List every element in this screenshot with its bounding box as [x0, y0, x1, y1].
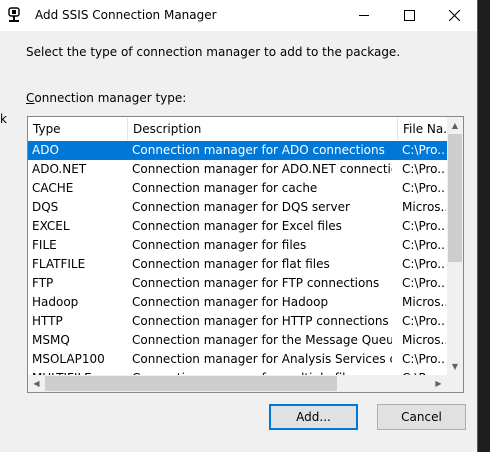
list-item-file-name: C:\Pro...	[402, 352, 446, 366]
close-button[interactable]	[432, 0, 477, 31]
scroll-left-arrow-icon[interactable]: ◀	[28, 375, 45, 392]
column-header-description[interactable]: Description	[128, 117, 397, 141]
list-item-description: Connection manager for Hadoop	[132, 295, 329, 309]
list-item-description: Connection manager for flat files	[132, 257, 330, 271]
list-item-file-name: Micros...	[402, 200, 446, 214]
list-item-type: CACHE	[32, 181, 74, 195]
horizontal-scroll-thumb[interactable]	[45, 376, 337, 391]
minimize-icon	[359, 15, 369, 16]
list-item-file-name: C:\Pro...	[402, 238, 446, 252]
connection-manager-list[interactable]: Type Description File Na... ADO Connectio…	[27, 116, 464, 393]
list-item-file-name: C:\Pro...	[402, 314, 446, 328]
maximize-button[interactable]	[387, 0, 432, 31]
list-item-type: MSMQ	[32, 333, 70, 347]
scrollbar-corner	[447, 375, 463, 392]
list-item[interactable]: EXCEL Connection manager for Excel files C…	[28, 217, 447, 236]
scroll-up-arrow-icon[interactable]: ▲	[447, 117, 463, 134]
window-title: Add SSIS Connection Manager	[35, 8, 217, 22]
title-bar[interactable]: Add SSIS Connection Manager	[0, 0, 477, 31]
background-text-fragment: k	[0, 112, 7, 126]
cancel-button[interactable]: Cancel	[377, 404, 466, 430]
list-item-description: Connection manager for the Message Queue…	[132, 333, 392, 347]
list-item-file-name: Micros...	[402, 295, 446, 309]
list-item-file-name: Micros...	[402, 333, 446, 347]
close-icon	[449, 10, 460, 21]
connection-type-label: Connection manager type:	[26, 91, 186, 105]
list-item[interactable]: FLATFILE Connection manager for flat file…	[28, 255, 447, 274]
list-item-type: EXCEL	[32, 219, 70, 233]
list-item[interactable]: DQS Connection manager for DQS server Micr…	[28, 198, 447, 217]
list-item-type: FILE	[32, 238, 57, 252]
list-item-type: Hadoop	[32, 295, 79, 309]
list-item-type: MSOLAP100	[32, 352, 105, 366]
list-item[interactable]: MSMQ Connection manager for the Message Q…	[28, 331, 447, 350]
list-item-file-name: C:\Pro...	[402, 162, 446, 176]
list-item-type: DQS	[32, 200, 59, 214]
list-item[interactable]: HTTP Connection manager for HTTP connecti…	[28, 312, 447, 331]
list-item-type: FTP	[32, 276, 54, 290]
list-item-file-name: C:\Pro...	[402, 257, 446, 271]
list-item-type: HTTP	[32, 314, 63, 328]
ssis-app-icon	[6, 7, 22, 24]
maximize-icon	[404, 10, 415, 21]
minimize-button[interactable]	[342, 0, 387, 31]
list-item-description: Connection manager for FTP connections	[132, 276, 380, 290]
vertical-scroll-thumb[interactable]	[448, 134, 462, 262]
list-item-type: ADO.NET	[32, 162, 87, 176]
list-rows: ADO Connection manager for ADO connection…	[28, 141, 447, 375]
list-item-file-name: C:\Pro...	[402, 181, 446, 195]
list-item[interactable]: FTP Connection manager for FTP connection…	[28, 274, 447, 293]
instruction-text: Select the type of connection manager to…	[26, 45, 401, 59]
list-item-description: Connection manager for ADO.NET connectio…	[132, 162, 392, 176]
list-item-description: Connection manager for ADO connections	[132, 143, 385, 157]
list-item-description: Connection manager for Excel files	[132, 219, 342, 233]
list-item-type: FLATFILE	[32, 257, 86, 271]
list-item-file-name: C:\Pro...	[402, 276, 446, 290]
list-item-description: Connection manager for DQS server	[132, 200, 350, 214]
label-text: onnection manager type:	[34, 91, 187, 105]
list-item[interactable]: CACHE Connection manager for cache C:\Pro.…	[28, 179, 447, 198]
horizontal-scrollbar[interactable]: ◀ ▶	[28, 375, 447, 392]
add-connection-manager-dialog: Add SSIS Connection Manager k Select the…	[0, 0, 478, 452]
list-item-file-name: C:\Pro...	[402, 219, 446, 233]
add-button[interactable]: Add...	[269, 404, 358, 430]
list-item-description: Connection manager for Analysis Services…	[132, 352, 392, 366]
scroll-down-arrow-icon[interactable]: ▼	[447, 358, 463, 375]
list-item-description: Connection manager for HTTP connections	[132, 314, 389, 328]
vertical-scrollbar[interactable]: ▲ ▼	[447, 117, 463, 375]
list-item-description: Connection manager for cache	[132, 181, 318, 195]
list-header: Type Description File Na...	[28, 117, 447, 141]
list-item-type: ADO	[32, 143, 59, 157]
scroll-right-arrow-icon[interactable]: ▶	[430, 375, 447, 392]
list-item-description: Connection manager for files	[132, 238, 307, 252]
list-item[interactable]: FILE Connection manager for files C:\Pro..…	[28, 236, 447, 255]
list-item-file-name: C:\Pro...	[402, 143, 446, 157]
list-item[interactable]: Hadoop Connection manager for Hadoop Micro…	[28, 293, 447, 312]
list-item[interactable]: ADO.NET Connection manager for ADO.NET co…	[28, 160, 447, 179]
column-header-type[interactable]: Type	[28, 117, 127, 141]
list-item[interactable]: MSOLAP100 Connection manager for Analysis…	[28, 350, 447, 369]
column-header-file-name[interactable]: File Na...	[398, 117, 447, 141]
list-item[interactable]: ADO Connection manager for ADO connection…	[28, 141, 447, 160]
